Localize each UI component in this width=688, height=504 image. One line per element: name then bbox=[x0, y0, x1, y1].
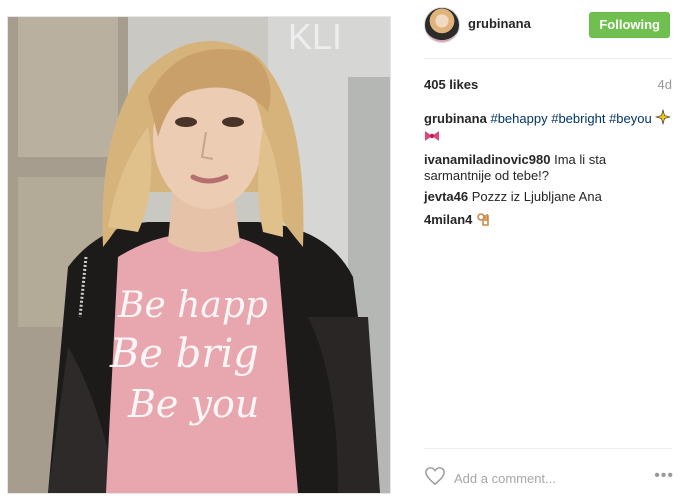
sparkles-emoji-icon bbox=[655, 108, 672, 129]
comment-text: Pozzz iz Ljubljane Ana bbox=[471, 189, 602, 204]
post-sidebar: grubinana Following 405 likes 4d grubina… bbox=[410, 0, 678, 504]
comment-item: jevta46 Pozzz iz Ljubljane Ana bbox=[424, 189, 674, 205]
post-timestamp[interactable]: 4d bbox=[658, 77, 672, 92]
comment-item: ivanamiladinovic980 Ima li sta sarmantni… bbox=[424, 152, 674, 184]
caption-username[interactable]: grubinana bbox=[424, 111, 487, 126]
footer-divider bbox=[424, 448, 672, 449]
author-username[interactable]: grubinana bbox=[468, 16, 531, 31]
heart-outline-icon[interactable] bbox=[424, 466, 446, 488]
avatar[interactable] bbox=[424, 7, 460, 43]
comment-username[interactable]: jevta46 bbox=[424, 189, 468, 204]
header-divider bbox=[424, 58, 672, 59]
hashtag-beyou[interactable]: #beyou bbox=[609, 111, 652, 126]
post-header: grubinana Following bbox=[424, 7, 678, 43]
shirt-line-1: Be happ bbox=[117, 285, 268, 326]
comment-item: 4milan4 bbox=[424, 210, 674, 230]
comment-list: grubinana #behappy #bebright #beyou ivan… bbox=[424, 108, 674, 235]
like-count[interactable]: 405 likes bbox=[424, 77, 478, 92]
ribbon-emoji-icon bbox=[424, 129, 440, 147]
hashtag-bebright[interactable]: #bebright bbox=[551, 111, 605, 126]
ok-hand-emoji-icon bbox=[476, 210, 490, 230]
shirt-line-2: Be brig bbox=[109, 331, 259, 377]
caption: grubinana #behappy #bebright #beyou bbox=[424, 108, 674, 147]
comment-username[interactable]: ivanamiladinovic980 bbox=[424, 152, 550, 167]
more-options-icon[interactable]: ••• bbox=[654, 468, 674, 484]
instagram-post: KLI Be happ Be brig Be you grubinana Fol… bbox=[0, 0, 688, 504]
add-comment-row: ••• bbox=[424, 466, 674, 490]
hashtag-behappy[interactable]: #behappy bbox=[490, 111, 547, 126]
portrait-illustration: KLI Be happ Be brig Be you bbox=[8, 17, 390, 493]
add-comment-input[interactable] bbox=[454, 468, 634, 488]
comment-username[interactable]: 4milan4 bbox=[424, 212, 472, 227]
following-button[interactable]: Following bbox=[589, 12, 670, 38]
shirt-line-3: Be you bbox=[127, 382, 259, 426]
svg-text:KLI: KLI bbox=[288, 17, 342, 57]
post-photo[interactable]: KLI Be happ Be brig Be you bbox=[7, 16, 391, 494]
